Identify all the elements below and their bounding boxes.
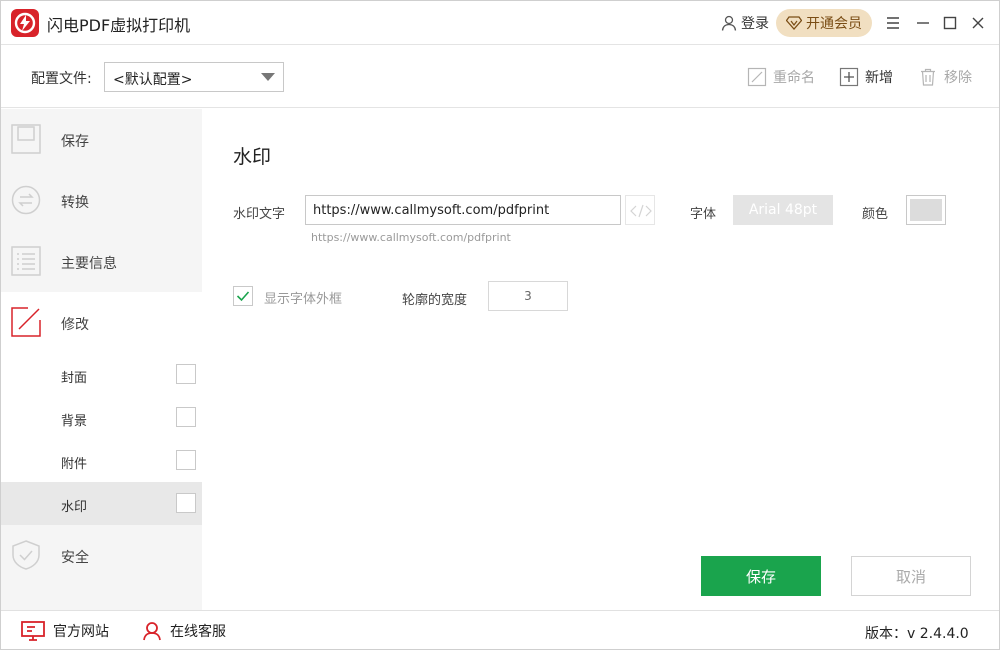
outline-width-input[interactable]: 3 [488, 281, 568, 311]
add-icon [839, 67, 859, 87]
sidebar-item-save[interactable]: 保存 [1, 109, 202, 170]
sub-item-label: 附件 [61, 457, 88, 472]
rename-label: 重命名 [773, 70, 815, 86]
sub-item-background[interactable]: 背景 [1, 396, 202, 439]
sidebar-item-convert[interactable]: 转换 [1, 170, 202, 231]
rename-button[interactable]: 重命名 [747, 66, 815, 88]
chevron-down-icon [261, 73, 275, 81]
config-select-value: <默认配置> [113, 72, 193, 88]
page-title: 水印 [233, 146, 272, 168]
website-link[interactable]: 官方网站 [21, 621, 109, 641]
app-window: 闪电PDF虚拟打印机 登录 开通会员 配置文件: <默认配置> 重命名 新增 移… [0, 0, 1000, 650]
watermark-preview-hint: https://www.callmysoft.com/pdfprint [311, 231, 511, 244]
website-label: 官方网站 [53, 624, 109, 640]
login-label: 登录 [741, 16, 769, 32]
sidebar: 保存 转换 主要信息 修改 封面 背景 附件 水印 安全 [1, 109, 202, 610]
font-label: 字体 [690, 207, 717, 222]
minimize-button[interactable] [913, 13, 933, 33]
trash-icon [921, 68, 935, 86]
title-bar: 闪电PDF虚拟打印机 登录 开通会员 [1, 1, 999, 45]
sub-item-attachment[interactable]: 附件 [1, 439, 202, 482]
sub-item-label: 封面 [61, 371, 88, 386]
convert-icon [11, 185, 41, 215]
sidebar-item-info[interactable]: 主要信息 [1, 231, 202, 292]
diamond-icon [786, 16, 802, 30]
maximize-button[interactable] [940, 13, 960, 33]
watermark-text-input[interactable] [305, 195, 621, 225]
support-agent-icon [143, 622, 161, 641]
user-icon [721, 15, 737, 31]
list-icon [11, 246, 41, 276]
sub-item-label: 背景 [61, 414, 88, 429]
cancel-button[interactable]: 取消 [851, 556, 971, 596]
rename-icon [747, 67, 767, 87]
add-config-button[interactable]: 新增 [839, 66, 893, 88]
cover-checkbox[interactable] [176, 364, 196, 384]
remove-label: 移除 [944, 70, 972, 86]
close-button[interactable] [968, 13, 988, 33]
background-checkbox[interactable] [176, 407, 196, 427]
vip-label: 开通会员 [806, 16, 862, 32]
watermark-panel: 水印 水印文字 https://www.callmysoft.com/pdfpr… [202, 109, 999, 610]
sidebar-item-label: 安全 [61, 550, 89, 566]
watermark-checkbox[interactable] [176, 493, 196, 513]
color-swatch [910, 199, 942, 221]
menu-button[interactable] [883, 13, 903, 33]
config-bar: 配置文件: <默认配置> 重命名 新增 移除 [1, 46, 999, 108]
code-icon [630, 204, 652, 218]
watermark-text-label: 水印文字 [233, 207, 286, 222]
vip-button[interactable]: 开通会员 [776, 9, 872, 37]
version-text: 版本：v 2.4.4.0 [865, 626, 969, 642]
color-label: 颜色 [862, 207, 889, 222]
sub-item-cover[interactable]: 封面 [1, 353, 202, 396]
sidebar-item-label: 保存 [61, 134, 89, 150]
sidebar-item-label: 修改 [61, 317, 89, 333]
app-title: 闪电PDF虚拟打印机 [47, 16, 191, 35]
menu-icon [887, 17, 899, 29]
outline-width-label: 轮廓的宽度 [402, 293, 468, 308]
login-button[interactable]: 登录 [721, 13, 769, 33]
sub-item-label: 水印 [61, 500, 88, 515]
sidebar-item-modify[interactable]: 修改 [1, 292, 202, 353]
attachment-checkbox[interactable] [176, 450, 196, 470]
footer-bar: 官方网站 在线客服 版本：v 2.4.4.0 [1, 610, 999, 649]
modify-sub-menu: 封面 背景 附件 水印 [1, 353, 202, 525]
remove-config-button[interactable]: 移除 [918, 66, 972, 88]
sidebar-item-label: 转换 [61, 195, 89, 211]
minimize-icon [917, 22, 929, 24]
font-picker-button[interactable]: Arial 48pt [733, 195, 833, 225]
close-icon [972, 17, 984, 29]
color-picker-button[interactable] [906, 195, 946, 225]
show-outline-label: 显示字体外框 [264, 292, 343, 307]
sub-item-watermark[interactable]: 水印 [1, 482, 202, 525]
app-logo-icon [11, 9, 39, 37]
checkmark-icon [236, 291, 250, 302]
show-outline-checkbox[interactable] [233, 286, 253, 306]
config-label: 配置文件: [31, 71, 92, 87]
shield-icon [12, 540, 40, 570]
insert-code-button[interactable] [625, 195, 655, 225]
save-icon [11, 124, 41, 154]
support-label: 在线客服 [170, 624, 226, 640]
sidebar-item-label: 主要信息 [61, 256, 117, 272]
support-link[interactable]: 在线客服 [142, 621, 226, 641]
sidebar-item-security[interactable]: 安全 [1, 525, 202, 586]
config-select[interactable]: <默认配置> [104, 62, 284, 92]
maximize-icon [943, 16, 957, 30]
save-button[interactable]: 保存 [701, 556, 821, 596]
edit-icon [11, 307, 41, 337]
monitor-icon [21, 621, 45, 641]
add-label: 新增 [865, 70, 893, 86]
